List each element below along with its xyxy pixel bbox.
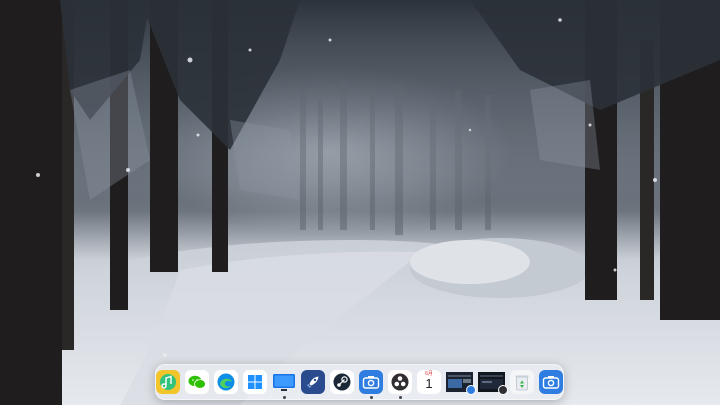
dock-item-qq-music[interactable]	[156, 370, 180, 394]
running-indicator	[282, 396, 286, 399]
running-indicator	[398, 396, 402, 399]
music-note-icon	[160, 374, 176, 390]
dock-item-microsoft-edge[interactable]	[214, 370, 238, 394]
obs-icon	[391, 373, 409, 391]
dock-item-window-preview-2[interactable]	[478, 372, 508, 395]
steam-icon	[333, 373, 351, 391]
dock-item-window-preview-1[interactable]	[446, 372, 476, 395]
dock-item-wechat[interactable]	[185, 370, 209, 394]
windows-logo-icon	[248, 375, 262, 389]
dock-item-desktop[interactable]	[272, 370, 296, 399]
edge-icon	[217, 373, 235, 391]
dock-item-steam[interactable]	[330, 370, 354, 394]
wechat-icon	[188, 375, 206, 389]
monitor-icon	[273, 374, 295, 391]
dock: 6月 1	[155, 364, 564, 400]
camera-icon	[542, 376, 560, 389]
wallpaper-image	[0, 0, 720, 405]
desktop-background: 6月 1	[0, 0, 720, 405]
camera-icon	[362, 376, 380, 389]
dock-item-screen-capture[interactable]	[539, 370, 563, 394]
dock-item-windows-start[interactable]	[243, 370, 267, 394]
dock-item-calendar[interactable]: 6月 1	[417, 370, 441, 394]
dock-item-screenshot-tool[interactable]	[359, 370, 383, 399]
recycle-bin-icon	[515, 375, 529, 391]
app-badge-icon	[498, 385, 508, 395]
calendar-day-label: 1	[425, 376, 433, 391]
running-indicator	[369, 396, 373, 399]
rocket-icon	[307, 376, 319, 388]
dock-item-recycle-bin[interactable]	[510, 370, 534, 394]
app-badge-icon	[466, 385, 476, 395]
dock-item-launcher[interactable]	[301, 370, 325, 394]
dock-item-obs-studio[interactable]	[388, 370, 412, 399]
